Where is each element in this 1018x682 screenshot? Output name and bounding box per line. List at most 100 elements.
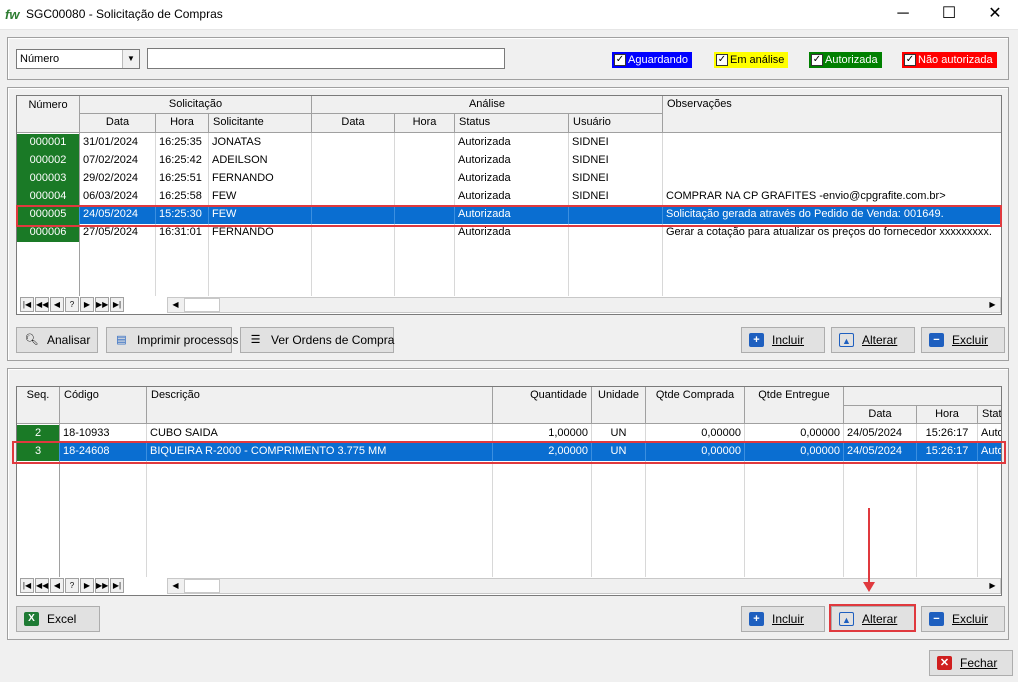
cell-qtde-entregue[interactable]: 0,00000 (745, 443, 844, 461)
cell-analise-hora[interactable] (395, 152, 455, 170)
cell-item-status[interactable]: Auto (978, 443, 1001, 461)
nav-prev-page-button[interactable]: ◀◀ (35, 297, 49, 312)
cell-hora[interactable]: 15:25:30 (156, 206, 209, 224)
cell-solicitante[interactable]: FEW (209, 188, 312, 206)
close-window-button[interactable]: ✕ (972, 0, 1018, 30)
table-row[interactable]: 000002 07/02/2024 16:25:42 ADEILSON Autoriza… (17, 152, 1001, 170)
checkbox-check-icon[interactable]: ✓ (811, 54, 823, 66)
alterar-bottom-button[interactable]: ▲ Alterar (831, 606, 915, 632)
cell-numero[interactable]: 000001 (17, 134, 80, 152)
cell-descricao[interactable]: BIQUEIRA R-2000 - COMPRIMENTO 3.775 MM (147, 443, 493, 461)
cell-analise-data[interactable] (312, 170, 395, 188)
checkbox-check-icon[interactable]: ✓ (904, 54, 916, 66)
header-status[interactable]: Status (455, 114, 569, 133)
header-qtde-comprada[interactable]: Qtde Comprada (646, 387, 745, 424)
cell-item-status[interactable]: Auto (978, 425, 1001, 443)
cell-analise-data[interactable] (312, 206, 395, 224)
requests-hscrollbar[interactable]: ◀ ▶ (167, 297, 1001, 313)
scroll-right-icon[interactable]: ▶ (985, 298, 1000, 312)
cell-seq[interactable]: 3 (17, 443, 60, 461)
header-hora[interactable]: Hora (156, 114, 209, 133)
header-qtde-entregue[interactable]: Qtde Entregue (745, 387, 844, 424)
cell-analise-hora[interactable] (395, 170, 455, 188)
cell-codigo[interactable]: 18-24608 (60, 443, 147, 461)
cell-solicitante[interactable]: FERNANDO (209, 224, 312, 242)
cell-solicitante[interactable]: JONATAS (209, 134, 312, 152)
imprimir-processos-button[interactable]: ▤ Imprimir processos (106, 327, 238, 353)
cell-data[interactable]: 27/05/2024 (80, 224, 156, 242)
cell-analise-data[interactable] (312, 224, 395, 242)
header-codigo[interactable]: Código (60, 387, 147, 424)
header-item-status[interactable]: Stat (978, 406, 1001, 424)
cell-analise-hora[interactable] (395, 134, 455, 152)
cell-seq[interactable]: 2 (17, 425, 60, 443)
cell-item-hora[interactable]: 15:26:17 (917, 425, 978, 443)
scroll-left-icon[interactable]: ◀ (168, 579, 183, 593)
cell-unidade[interactable]: UN (592, 443, 646, 461)
incluir-bottom-button[interactable]: + Incluir (741, 606, 825, 632)
chevron-down-icon[interactable]: ▼ (122, 50, 139, 68)
nav-prev-page-button[interactable]: ◀◀ (35, 578, 49, 593)
excel-button[interactable]: X Excel (16, 606, 100, 632)
excluir-top-button[interactable]: − Excluir (921, 327, 1005, 353)
table-row[interactable]: 000004 06/03/2024 16:25:58 FEW Autorizada SID… (17, 188, 1001, 206)
cell-analise-hora[interactable] (395, 206, 455, 224)
header-solicitante[interactable]: Solicitante (209, 114, 312, 133)
search-input[interactable] (147, 48, 505, 69)
incluir-top-button[interactable]: + Incluir (741, 327, 825, 353)
cell-data[interactable]: 07/02/2024 (80, 152, 156, 170)
header-numero[interactable]: Número (17, 96, 80, 133)
cell-analise-hora[interactable] (395, 188, 455, 206)
cell-observacoes[interactable] (663, 152, 1001, 170)
nav-next-page-button[interactable]: ▶▶ (95, 297, 109, 312)
items-hscrollbar[interactable]: ◀ ▶ (167, 578, 1001, 594)
cell-analise-hora[interactable] (395, 224, 455, 242)
nav-help-button[interactable]: ? (65, 297, 79, 312)
cell-numero[interactable]: 000004 (17, 188, 80, 206)
cell-status[interactable]: Autorizada (455, 224, 569, 242)
cell-observacoes[interactable]: Gerar a cotação para atualizar os preços… (663, 224, 1001, 242)
header-seq[interactable]: Seq. (17, 387, 60, 424)
checkbox-check-icon[interactable]: ✓ (614, 54, 626, 66)
cell-analise-data[interactable] (312, 152, 395, 170)
cell-qtde-comprada[interactable]: 0,00000 (646, 425, 745, 443)
analisar-button[interactable]: 🔍︎ Analisar (16, 327, 98, 353)
status-nao-autorizada-checkbox[interactable]: ✓ Não autorizada (902, 52, 997, 68)
nav-next-button[interactable]: ▶ (80, 297, 94, 312)
cell-quantidade[interactable]: 1,00000 (493, 425, 592, 443)
cell-qtde-comprada[interactable]: 0,00000 (646, 443, 745, 461)
cell-hora[interactable]: 16:25:42 (156, 152, 209, 170)
header-data[interactable]: Data (80, 114, 156, 133)
header-unidade[interactable]: Unidade (592, 387, 646, 424)
nav-first-button[interactable]: |◀ (20, 578, 34, 593)
status-autorizada-checkbox[interactable]: ✓ Autorizada (809, 52, 882, 68)
cell-numero[interactable]: 000002 (17, 152, 80, 170)
scroll-thumb[interactable] (184, 298, 220, 312)
header-analise-hora[interactable]: Hora (395, 114, 455, 133)
filter-field-select[interactable]: Número ▼ (16, 49, 140, 69)
fechar-button[interactable]: ✕ Fechar (929, 650, 1013, 676)
nav-first-button[interactable]: |◀ (20, 297, 34, 312)
cell-status[interactable]: Autorizada (455, 152, 569, 170)
table-row[interactable]: 000006 27/05/2024 16:31:01 FERNANDO Autoriza… (17, 224, 1001, 242)
header-observacoes[interactable]: Observações (663, 96, 1001, 133)
table-row[interactable]: 000005 24/05/2024 15:25:30 FEW Autorizada Sol… (17, 206, 1001, 224)
nav-last-button[interactable]: ▶| (110, 578, 124, 593)
cell-data[interactable]: 29/02/2024 (80, 170, 156, 188)
cell-usuario[interactable]: SIDNEI (569, 188, 663, 206)
nav-last-button[interactable]: ▶| (110, 297, 124, 312)
nav-next-page-button[interactable]: ▶▶ (95, 578, 109, 593)
cell-usuario[interactable]: SIDNEI (569, 134, 663, 152)
cell-hora[interactable]: 16:25:51 (156, 170, 209, 188)
cell-status[interactable]: Autorizada (455, 170, 569, 188)
cell-usuario[interactable] (569, 224, 663, 242)
cell-item-data[interactable]: 24/05/2024 (844, 425, 917, 443)
requests-grid[interactable]: Número Solicitação Análise Observações D… (16, 95, 1002, 315)
status-aguardando-checkbox[interactable]: ✓ Aguardando (612, 52, 692, 68)
scroll-thumb[interactable] (184, 579, 220, 593)
table-row[interactable]: 000001 31/01/2024 16:25:35 JONATAS Autorizad… (17, 134, 1001, 152)
cell-observacoes[interactable]: Solicitação gerada através do Pedido de … (663, 206, 1001, 224)
cell-observacoes[interactable] (663, 134, 1001, 152)
cell-usuario[interactable]: SIDNEI (569, 170, 663, 188)
minimize-button[interactable]: ─ (880, 0, 926, 30)
